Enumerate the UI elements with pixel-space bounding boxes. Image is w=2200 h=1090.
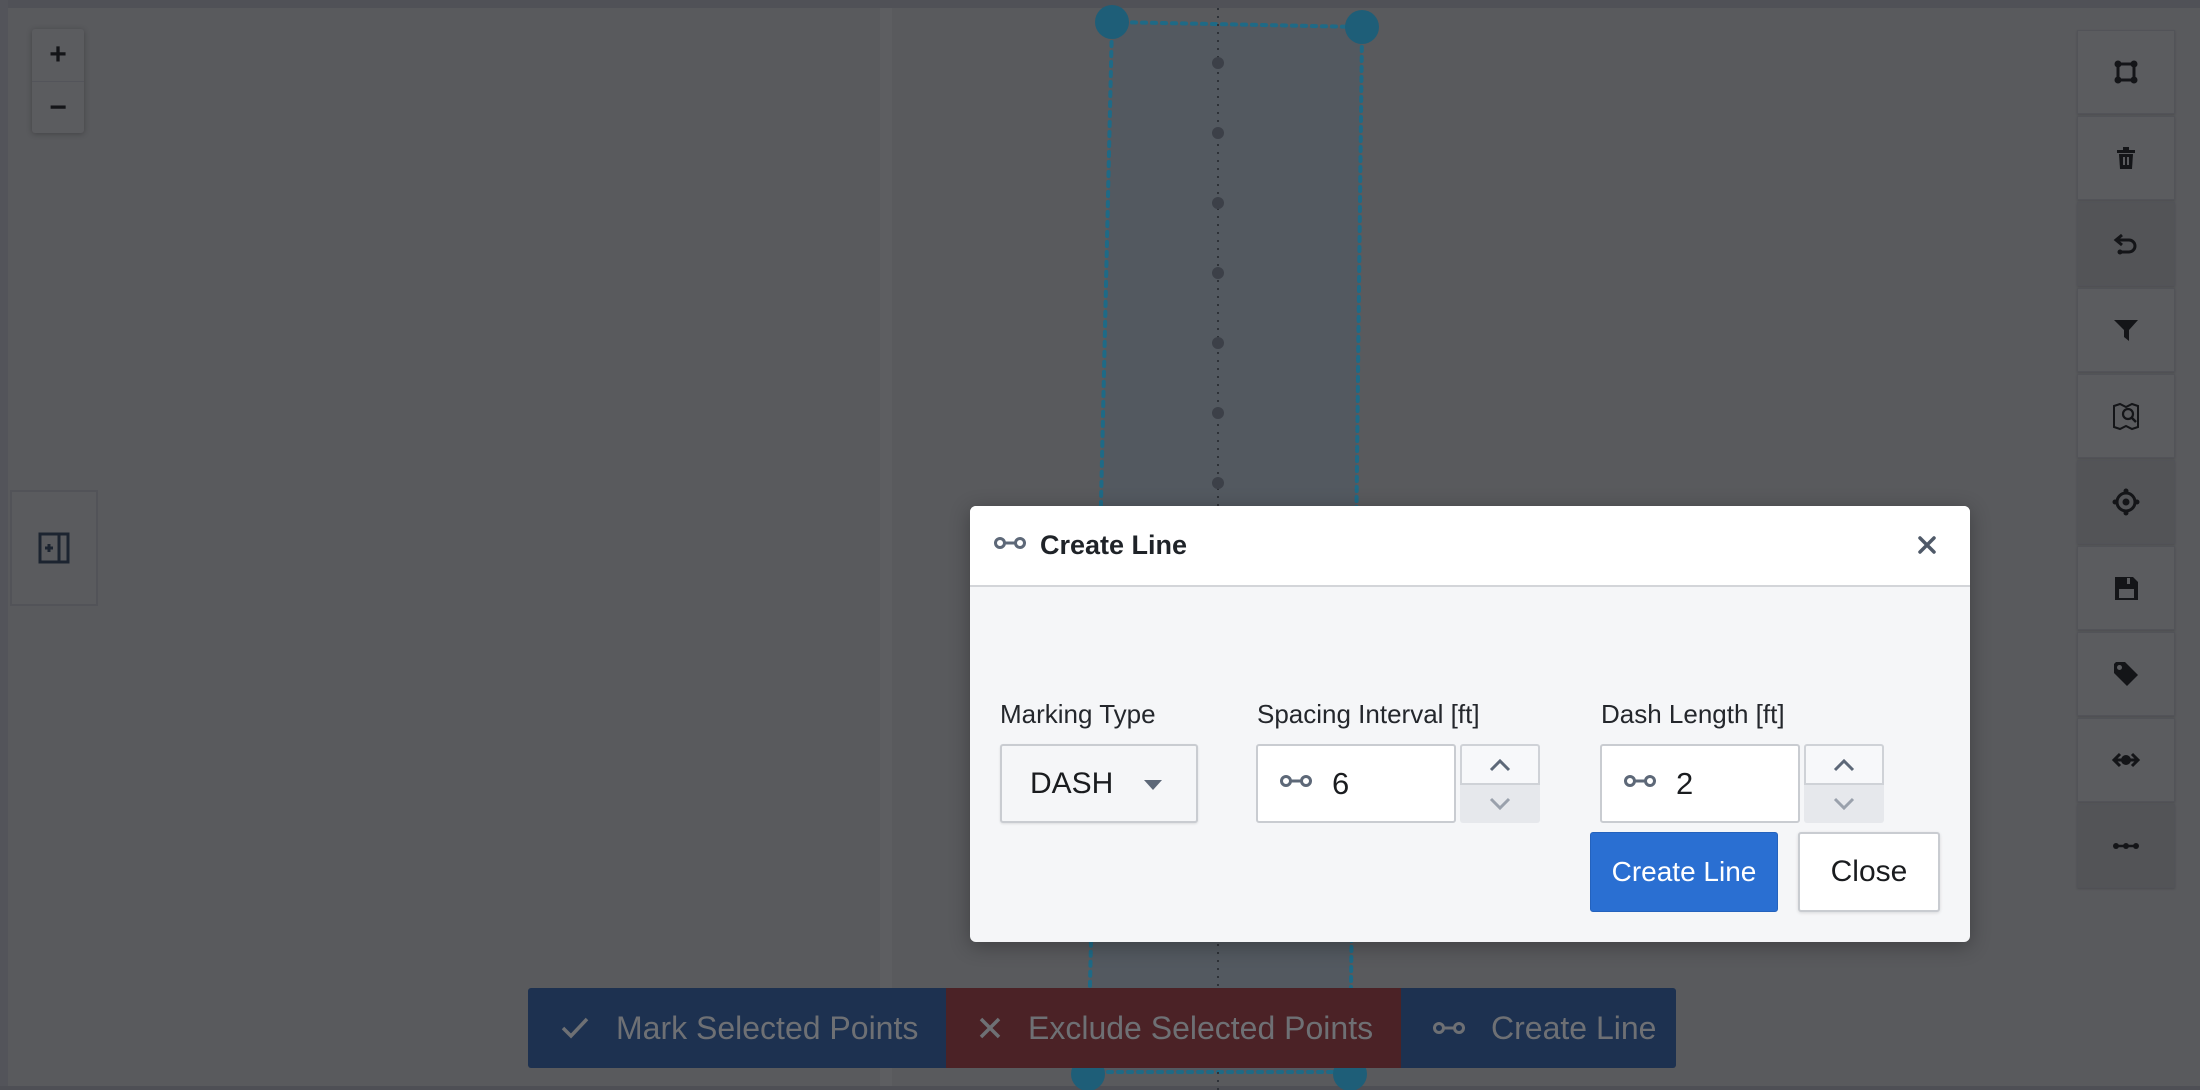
mark-selected-points-label: Mark Selected Points bbox=[616, 1009, 919, 1046]
spacing-interval-label: Spacing Interval [ft] bbox=[1257, 699, 1480, 729]
marking-type-value: DASH bbox=[1030, 766, 1114, 800]
dash-length-decrement-button[interactable] bbox=[1804, 785, 1884, 823]
lidar-point bbox=[1212, 127, 1224, 139]
line-segment-icon bbox=[1433, 1020, 1465, 1036]
locate-button[interactable] bbox=[2077, 460, 2175, 544]
exclude-selected-points-button[interactable]: Exclude Selected Points bbox=[946, 988, 1401, 1068]
lidar-point bbox=[1212, 477, 1224, 489]
check-icon bbox=[560, 1015, 590, 1041]
mark-selected-points-button[interactable]: Mark Selected Points bbox=[528, 988, 946, 1068]
dotted-line-icon bbox=[2113, 843, 2139, 849]
exclude-selected-points-label: Exclude Selected Points bbox=[1028, 1009, 1374, 1046]
create-line-dialog: Create Line Marking Type DASH Spacing In… bbox=[970, 506, 1970, 942]
delete-button[interactable] bbox=[2077, 116, 2175, 200]
zoom-out-button[interactable]: − bbox=[32, 81, 84, 133]
dialog-body: Marking Type DASH Spacing Interval [ft] … bbox=[970, 587, 1970, 942]
move-horizontal-button[interactable] bbox=[2077, 718, 2175, 802]
lidar-point bbox=[1212, 197, 1224, 209]
lidar-point bbox=[1212, 407, 1224, 419]
lidar-point bbox=[1212, 337, 1224, 349]
undo-button[interactable] bbox=[2077, 202, 2175, 286]
panel-expand-icon bbox=[38, 532, 70, 564]
selection-action-bar: Mark Selected Points Exclude Selected Po… bbox=[528, 988, 1676, 1068]
polygon-select-icon bbox=[2114, 60, 2138, 84]
spacing-interval-value: 6 bbox=[1332, 765, 1350, 801]
marking-type-select[interactable]: DASH bbox=[1000, 744, 1198, 823]
tag-icon bbox=[2114, 662, 2138, 686]
zoom-in-button[interactable]: + bbox=[32, 29, 84, 81]
move-horizontal-icon bbox=[2111, 752, 2141, 768]
dialog-header: Create Line bbox=[970, 506, 1970, 587]
save-button[interactable] bbox=[2077, 546, 2175, 630]
chevron-up-icon bbox=[1833, 758, 1855, 771]
save-icon bbox=[2115, 577, 2138, 600]
create-line-action-label: Create Line bbox=[1491, 1009, 1657, 1046]
dash-length-value: 2 bbox=[1676, 765, 1694, 801]
polygon-vertex-handle[interactable] bbox=[1095, 5, 1129, 39]
chevron-down-icon bbox=[1144, 780, 1162, 790]
chevron-down-icon bbox=[1833, 797, 1855, 811]
lidar-point bbox=[1212, 267, 1224, 279]
spacing-interval-stepper bbox=[1460, 744, 1540, 823]
chevron-down-icon bbox=[1489, 797, 1511, 811]
spacing-interval-input[interactable]: 6 bbox=[1256, 744, 1456, 823]
spacing-interval-increment-button[interactable] bbox=[1460, 744, 1540, 785]
line-segment-icon bbox=[994, 535, 1026, 556]
line-segment-icon bbox=[1624, 773, 1656, 794]
polygon-select-button[interactable] bbox=[2077, 30, 2175, 114]
tag-button[interactable] bbox=[2077, 632, 2175, 716]
undo-icon bbox=[2113, 233, 2137, 255]
lidar-point bbox=[1212, 57, 1224, 69]
map-search-icon bbox=[2113, 402, 2139, 431]
crosshair-icon bbox=[2112, 488, 2140, 516]
polygon-vertex-handle[interactable] bbox=[1345, 10, 1379, 44]
trash-icon bbox=[2117, 147, 2135, 169]
dash-length-label: Dash Length [ft] bbox=[1601, 699, 1785, 729]
create-line-button[interactable]: Create Line bbox=[1590, 832, 1778, 912]
dash-length-stepper bbox=[1804, 744, 1884, 823]
dialog-title: Create Line bbox=[1040, 530, 1188, 560]
create-line-tool-button[interactable] bbox=[2077, 804, 2175, 888]
filter-button[interactable] bbox=[2077, 288, 2175, 372]
close-icon bbox=[1918, 536, 1936, 554]
right-toolbar bbox=[2077, 30, 2175, 890]
close-icon bbox=[978, 1016, 1002, 1040]
line-segment-icon bbox=[1280, 773, 1312, 794]
filter-icon bbox=[2114, 320, 2138, 341]
create-line-action-button[interactable]: Create Line bbox=[1401, 988, 1676, 1068]
close-button[interactable]: Close bbox=[1798, 832, 1940, 912]
marking-type-label: Marking Type bbox=[1000, 699, 1156, 729]
left-panel-toggle-button[interactable] bbox=[10, 490, 98, 606]
map-search-button[interactable] bbox=[2077, 374, 2175, 458]
dialog-close-button[interactable] bbox=[1914, 532, 1940, 558]
chevron-up-icon bbox=[1489, 758, 1511, 771]
zoom-control: + − bbox=[32, 29, 84, 133]
spacing-interval-decrement-button[interactable] bbox=[1460, 785, 1540, 823]
dash-length-increment-button[interactable] bbox=[1804, 744, 1884, 785]
dash-length-input[interactable]: 2 bbox=[1600, 744, 1800, 823]
